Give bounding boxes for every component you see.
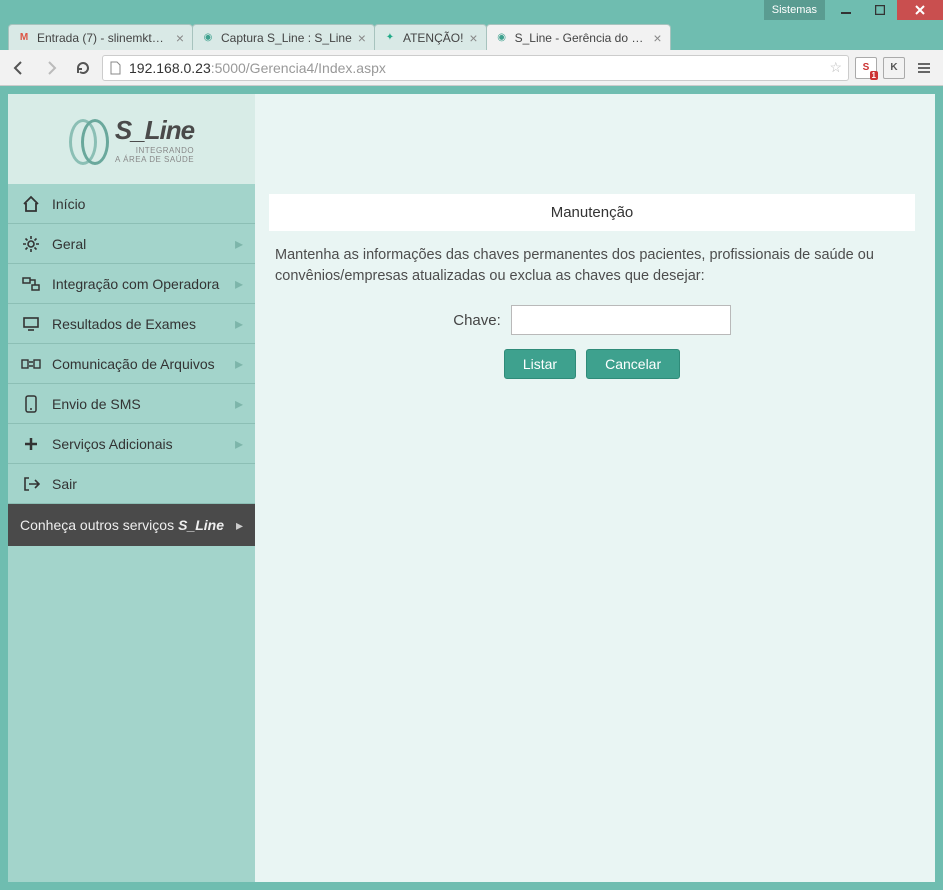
sidebar-item-label: Resultados de Exames <box>52 316 196 332</box>
logo-swirl-icon <box>69 119 109 159</box>
gear-icon <box>20 235 42 253</box>
close-icon[interactable]: × <box>463 30 477 46</box>
sidebar-nav: Início Geral ▸ Integração com Operadora … <box>8 184 255 504</box>
close-icon[interactable]: × <box>647 30 661 46</box>
address-bar[interactable]: 192.168.0.23:5000/Gerencia4/Index.aspx ☆ <box>102 55 849 81</box>
logo-tagline-2: A ÁREA DE SAÚDE <box>115 155 194 164</box>
chave-form-row: Chave: <box>269 305 915 335</box>
chevron-right-icon: ▸ <box>235 234 243 254</box>
transfer-icon <box>20 357 42 371</box>
page-title: Manutenção <box>269 194 915 231</box>
browser-tab-3[interactable]: ◉ S_Line - Gerência do Clie × <box>486 24 671 50</box>
tab-label: ATENÇÃO! <box>403 31 463 45</box>
sidebar-item-label: Geral <box>52 236 86 252</box>
browser-toolbar: 192.168.0.23:5000/Gerencia4/Index.aspx ☆… <box>0 50 943 86</box>
sidebar-item-label: Sair <box>52 476 77 492</box>
button-row: Listar Cancelar <box>269 349 915 379</box>
plus-icon <box>20 436 42 452</box>
chevron-right-icon: ▸ <box>235 434 243 454</box>
sidebar-item-comunicacao[interactable]: Comunicação de Arquivos ▸ <box>8 344 255 384</box>
listar-button[interactable]: Listar <box>504 349 576 379</box>
sline-icon: ◉ <box>201 31 215 45</box>
sidebar-item-label: Comunicação de Arquivos <box>52 356 215 372</box>
browser-tab-0[interactable]: M Entrada (7) - slinemkt@g × <box>8 24 193 50</box>
document-icon <box>109 61 123 75</box>
chevron-right-icon: ▸ <box>235 314 243 334</box>
chevron-right-icon: ▸ <box>236 517 243 534</box>
back-button[interactable] <box>6 55 32 81</box>
close-icon[interactable]: × <box>170 30 184 46</box>
logo-tagline-1: INTEGRANDO <box>115 146 194 155</box>
sidebar-item-label: Serviços Adicionais <box>52 436 173 452</box>
sidebar-item-sair[interactable]: Sair <box>8 464 255 504</box>
logout-icon <box>20 475 42 493</box>
sidebar-item-inicio[interactable]: Início <box>8 184 255 224</box>
logo-brand: S_Line <box>115 115 194 146</box>
sidebar-item-label: Integração com Operadora <box>52 276 219 292</box>
cancelar-button[interactable]: Cancelar <box>586 349 680 379</box>
chevron-right-icon: ▸ <box>235 274 243 294</box>
page-description: Mantenha as informações das chaves perma… <box>269 231 915 305</box>
sidebar-item-sms[interactable]: Envio de SMS ▸ <box>8 384 255 424</box>
tab-label: Entrada (7) - slinemkt@g <box>37 31 170 45</box>
chave-input[interactable] <box>511 305 731 335</box>
home-icon <box>20 195 42 213</box>
chevron-right-icon: ▸ <box>235 354 243 374</box>
main-content: Manutenção Mantenha as informações das c… <box>255 94 935 882</box>
extension-icon-1[interactable]: S1 <box>855 57 877 79</box>
footer-brand: S_Line <box>178 517 224 533</box>
url-host: 192.168.0.23 <box>129 60 211 76</box>
app-root: S_Line INTEGRANDO A ÁREA DE SAÚDE Início <box>8 94 935 882</box>
page-viewport: S_Line INTEGRANDO A ÁREA DE SAÚDE Início <box>0 86 943 890</box>
phone-icon <box>20 395 42 413</box>
sidebar-item-geral[interactable]: Geral ▸ <box>8 224 255 264</box>
browser-tabstrip: M Entrada (7) - slinemkt@g × ◉ Captura S… <box>0 20 943 50</box>
browser-tab-1[interactable]: ◉ Captura S_Line : S_Line × <box>192 24 375 50</box>
integration-icon <box>20 275 42 293</box>
chevron-right-icon: ▸ <box>235 394 243 414</box>
gmail-icon: M <box>17 31 31 45</box>
chave-label: Chave: <box>453 312 501 329</box>
footer-prefix: Conheça outros serviços <box>20 517 174 533</box>
url-path: :5000/Gerencia4/Index.aspx <box>211 60 386 76</box>
sidebar-item-servicos[interactable]: Serviços Adicionais ▸ <box>8 424 255 464</box>
star-icon[interactable]: ☆ <box>829 59 842 76</box>
sline-icon: ◉ <box>495 31 509 45</box>
sidebar: S_Line INTEGRANDO A ÁREA DE SAÚDE Início <box>8 94 255 882</box>
window-titlebar: Sistemas <box>0 0 943 20</box>
sidebar-item-label: Envio de SMS <box>52 396 141 412</box>
sidebar-footer-link[interactable]: Conheça outros serviços S_Line ▸ <box>8 504 255 546</box>
tab-label: Captura S_Line : S_Line <box>221 31 352 45</box>
systems-menu-button[interactable]: Sistemas <box>764 0 825 20</box>
sidebar-item-label: Início <box>52 196 85 212</box>
alert-icon: ✦ <box>383 31 397 45</box>
window-minimize-button[interactable] <box>829 0 863 20</box>
window-maximize-button[interactable] <box>863 0 897 20</box>
close-icon[interactable]: × <box>352 30 366 46</box>
sidebar-item-resultados[interactable]: Resultados de Exames ▸ <box>8 304 255 344</box>
forward-button[interactable] <box>38 55 64 81</box>
extension-icon-2[interactable]: K <box>883 57 905 79</box>
tab-label: S_Line - Gerência do Clie <box>515 31 648 45</box>
window-close-button[interactable] <box>897 0 943 20</box>
chrome-menu-button[interactable] <box>911 55 937 81</box>
logo: S_Line INTEGRANDO A ÁREA DE SAÚDE <box>8 94 255 184</box>
browser-tab-2[interactable]: ✦ ATENÇÃO! × <box>374 24 487 50</box>
reload-button[interactable] <box>70 55 96 81</box>
sidebar-item-integracao[interactable]: Integração com Operadora ▸ <box>8 264 255 304</box>
monitor-icon <box>20 315 42 333</box>
